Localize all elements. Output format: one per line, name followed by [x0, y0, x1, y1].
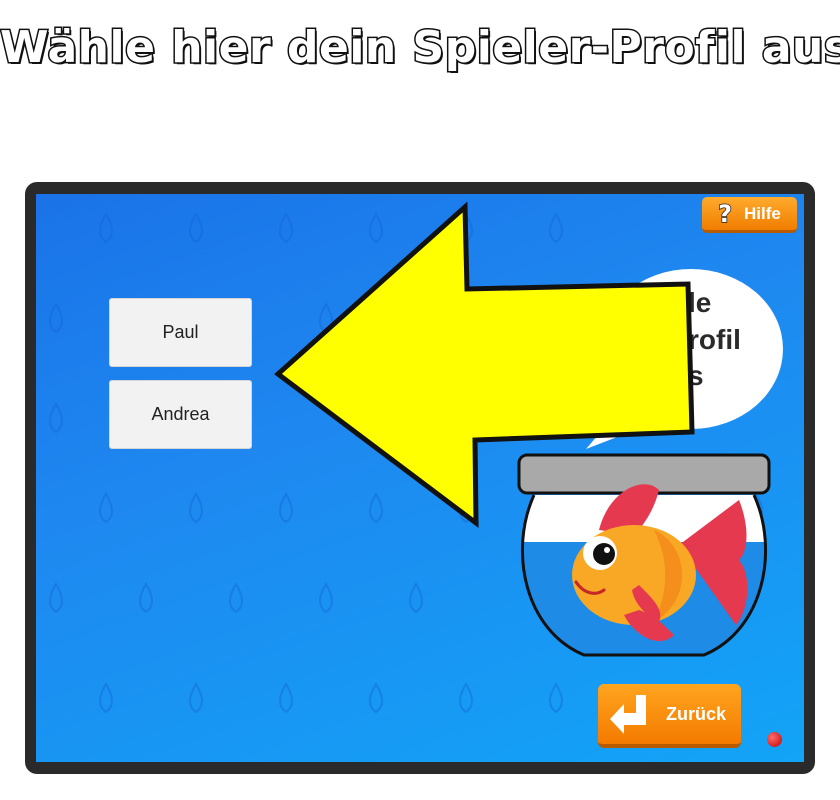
help-button-label: Hilfe: [744, 203, 781, 223]
speech-bubble-text-line-1: le: [688, 287, 712, 318]
goldfish-bowl-illustration: [517, 453, 771, 657]
question-mark-icon: ?: [717, 199, 733, 229]
back-button-label: Zurück: [666, 703, 727, 724]
headline: Wähle hier dein Spieler-Profil aus: [0, 21, 840, 75]
status-indicator-dot: [767, 732, 782, 747]
speech-bubble-text-line-3: s: [688, 360, 704, 391]
profile-button-andrea[interactable]: Andrea: [109, 380, 252, 449]
game-screen: ? Hilfe le rofil s Paul Andrea Zurück: [36, 194, 804, 762]
help-button[interactable]: ? Hilfe: [702, 197, 797, 233]
return-arrow-icon: [610, 695, 646, 734]
speech-bubble: [586, 269, 783, 449]
profile-button-paul[interactable]: Paul: [109, 298, 252, 367]
speech-bubble-text-line-2: rofil: [688, 324, 741, 355]
back-button[interactable]: Zurück: [598, 684, 741, 748]
